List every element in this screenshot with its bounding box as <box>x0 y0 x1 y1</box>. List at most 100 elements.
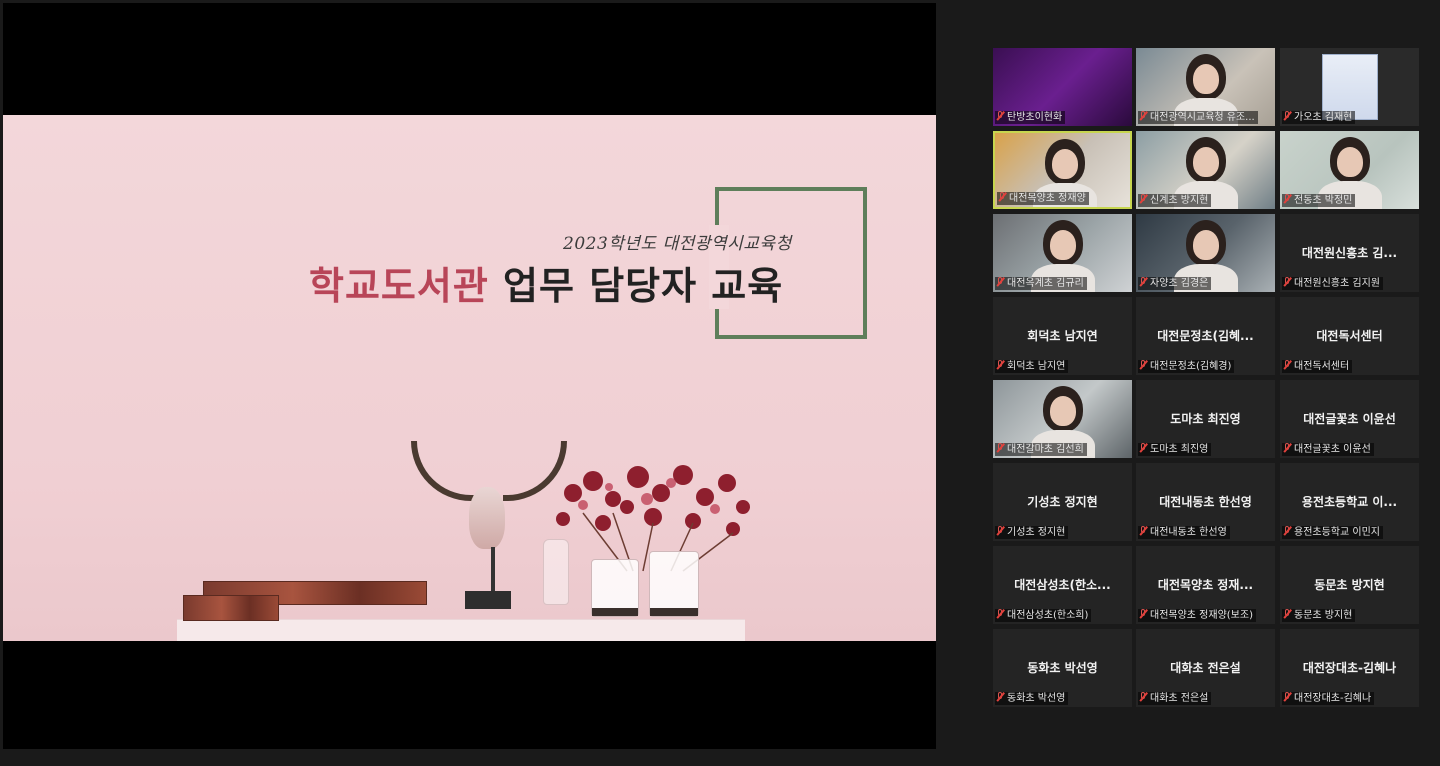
participant-name-center: 대전원신흥초 김... <box>1301 246 1398 260</box>
participant-label-text: 가오초 김재현 <box>1294 112 1353 123</box>
participant-tile[interactable]: 대전글꽃초 이윤선 대전글꽃초 이윤선 <box>1280 380 1419 458</box>
participant-tile[interactable]: 대전내동초 한선영 대전내동초 한선영 <box>1136 463 1275 541</box>
participant-label-text: 전동초 박정민 <box>1294 195 1353 206</box>
participant-tile[interactable]: 동화초 박선영 동화초 박선영 <box>993 629 1132 707</box>
muted-mic-icon <box>1283 692 1291 702</box>
participant-name-center: 대전독서센터 <box>1316 329 1383 343</box>
participant-name-label: 대전갈마초 김선희 <box>995 443 1087 456</box>
muted-mic-icon <box>1283 526 1291 536</box>
participant-tile[interactable]: 신계초 방지현 <box>1136 131 1275 209</box>
participant-tile[interactable]: 자양초 김경은 <box>1136 214 1275 292</box>
participant-label-text: 자양초 김경은 <box>1150 278 1209 289</box>
participant-label-text: 동문초 방지현 <box>1294 610 1353 621</box>
muted-mic-icon <box>1139 443 1147 453</box>
slide-skull-stand <box>491 547 495 593</box>
muted-mic-icon <box>998 192 1006 202</box>
participant-tile[interactable]: 대전원신흥초 김... 대전원신흥초 김지원 <box>1280 214 1419 292</box>
participant-name-center: 대전목양초 정재... <box>1157 578 1254 592</box>
participant-name-label: 대전삼성초(한소희) <box>995 609 1092 622</box>
participant-name-label: 대화초 전은설 <box>1138 692 1212 705</box>
muted-mic-icon <box>1283 111 1291 121</box>
participant-tile[interactable]: 대전목양초 정재양 <box>993 131 1132 209</box>
participant-name-label: 대전원신흥초 김지원 <box>1282 277 1383 290</box>
participant-tile[interactable]: 용전초등학교 이... 용전초등학교 이민지 <box>1280 463 1419 541</box>
muted-mic-icon <box>1283 194 1291 204</box>
participant-tile[interactable]: 대전장대초-김혜나 대전장대초-김혜나 <box>1280 629 1419 707</box>
participant-name-label: 동화초 박선영 <box>995 692 1069 705</box>
participant-name-label: 도마초 최진영 <box>1138 443 1212 456</box>
person-face <box>1050 230 1076 260</box>
participant-tile[interactable]: 전동초 박정민 <box>1280 131 1419 209</box>
slide-shelf <box>177 619 745 641</box>
participant-tile[interactable]: 대전문정초(김혜... 대전문정초(김혜경) <box>1136 297 1275 375</box>
participant-label-text: 대전광역시교육청 유조... <box>1150 112 1255 123</box>
participant-label-text: 대전목양초 정재양 <box>1009 193 1086 204</box>
muted-mic-icon <box>996 111 1004 121</box>
participant-name-center: 동화초 박선영 <box>1027 661 1098 675</box>
muted-mic-icon <box>1139 360 1147 370</box>
participant-name-center: 회덕초 남지연 <box>1027 329 1098 343</box>
participant-name-label: 자양초 김경은 <box>1138 277 1212 290</box>
participant-tile[interactable]: 탄방초이현화 <box>993 48 1132 126</box>
muted-mic-icon <box>1139 194 1147 204</box>
muted-mic-icon <box>1139 692 1147 702</box>
participant-tile[interactable]: 가오초 김재현 <box>1280 48 1419 126</box>
participant-label-text: 대전갈마초 김선희 <box>1007 444 1084 455</box>
participant-name-label: 가오초 김재현 <box>1282 111 1356 124</box>
participant-label-text: 대전문정초(김혜경) <box>1150 361 1232 372</box>
shared-screen: 2023학년도 대전광역시교육청 학교도서관 업무 담당자 교육 <box>3 3 936 749</box>
person-face <box>1193 64 1219 94</box>
slide-wood-block <box>183 595 279 621</box>
muted-mic-icon <box>996 360 1004 370</box>
participant-tile[interactable]: 대전목양초 정재... 대전목양초 정재양(보조) <box>1136 546 1275 624</box>
participant-label-text: 도마초 최진영 <box>1150 444 1209 455</box>
participant-tile[interactable]: 대전독서센터 대전독서센터 <box>1280 297 1419 375</box>
participant-label-text: 대전원신흥초 김지원 <box>1294 278 1380 289</box>
person-face <box>1193 230 1219 260</box>
participant-label-text: 탄방초이현화 <box>1007 112 1063 123</box>
participant-label-text: 대전삼성초(한소희) <box>1007 610 1089 621</box>
participant-tile[interactable]: 도마초 최진영 도마초 최진영 <box>1136 380 1275 458</box>
slide-title: 학교도서관 업무 담당자 교육 <box>309 255 783 310</box>
participant-name-center: 대전글꽃초 이윤선 <box>1303 412 1396 426</box>
participant-name-label: 대전글꽃초 이윤선 <box>1282 443 1374 456</box>
participant-tile[interactable]: 대화초 전은설 대화초 전은설 <box>1136 629 1275 707</box>
participant-tile[interactable]: 대전갈마초 김선희 <box>993 380 1132 458</box>
presentation-slide: 2023학년도 대전광역시교육청 학교도서관 업무 담당자 교육 <box>3 115 936 641</box>
slide-subtitle: 2023학년도 대전광역시교육청 <box>563 234 792 254</box>
participant-name-center: 대화초 전은설 <box>1170 661 1241 675</box>
person-face <box>1052 149 1078 179</box>
participant-name-label: 용전초등학교 이민지 <box>1282 526 1383 539</box>
muted-mic-icon <box>1139 111 1147 121</box>
slide-candle-jar <box>591 559 639 617</box>
participant-tile[interactable]: 대전옥계초 김규리 <box>993 214 1132 292</box>
slide-horn-left <box>411 441 475 501</box>
person-face <box>1193 147 1219 177</box>
participant-name-label: 대전옥계초 김규리 <box>995 277 1087 290</box>
participant-name-label: 대전목양초 정재양(보조) <box>1138 609 1256 622</box>
muted-mic-icon <box>996 609 1004 619</box>
muted-mic-icon <box>1139 526 1147 536</box>
participant-tile[interactable]: 동문초 방지현 동문초 방지현 <box>1280 546 1419 624</box>
participant-name-label: 기성초 정지현 <box>995 526 1069 539</box>
participant-name-label: 동문초 방지현 <box>1282 609 1356 622</box>
participant-tile[interactable]: 회덕초 남지연 회덕초 남지연 <box>993 297 1132 375</box>
participant-tile[interactable]: 대전삼성초(한소... 대전삼성초(한소희) <box>993 546 1132 624</box>
muted-mic-icon <box>996 277 1004 287</box>
participant-label-text: 회덕초 남지연 <box>1007 361 1066 372</box>
participant-name-center: 대전내동초 한선영 <box>1159 495 1252 509</box>
participant-tile[interactable]: 대전광역시교육청 유조... <box>1136 48 1275 126</box>
participant-label-text: 대화초 전은설 <box>1150 693 1209 704</box>
muted-mic-icon <box>996 692 1004 702</box>
participant-name-label: 대전독서센터 <box>1282 360 1353 373</box>
muted-mic-icon <box>996 443 1004 453</box>
muted-mic-icon <box>1139 277 1147 287</box>
participant-label-text: 동화초 박선영 <box>1007 693 1066 704</box>
participant-name-center: 기성초 정지현 <box>1027 495 1098 509</box>
muted-mic-icon <box>1139 609 1147 619</box>
participant-name-label: 대전문정초(김혜경) <box>1138 360 1235 373</box>
participant-tile[interactable]: 기성초 정지현 기성초 정지현 <box>993 463 1132 541</box>
participant-label-text: 대전목양초 정재양(보조) <box>1150 610 1253 621</box>
participant-name-center: 대전삼성초(한소... <box>1014 578 1111 592</box>
slide-skull <box>469 487 505 549</box>
